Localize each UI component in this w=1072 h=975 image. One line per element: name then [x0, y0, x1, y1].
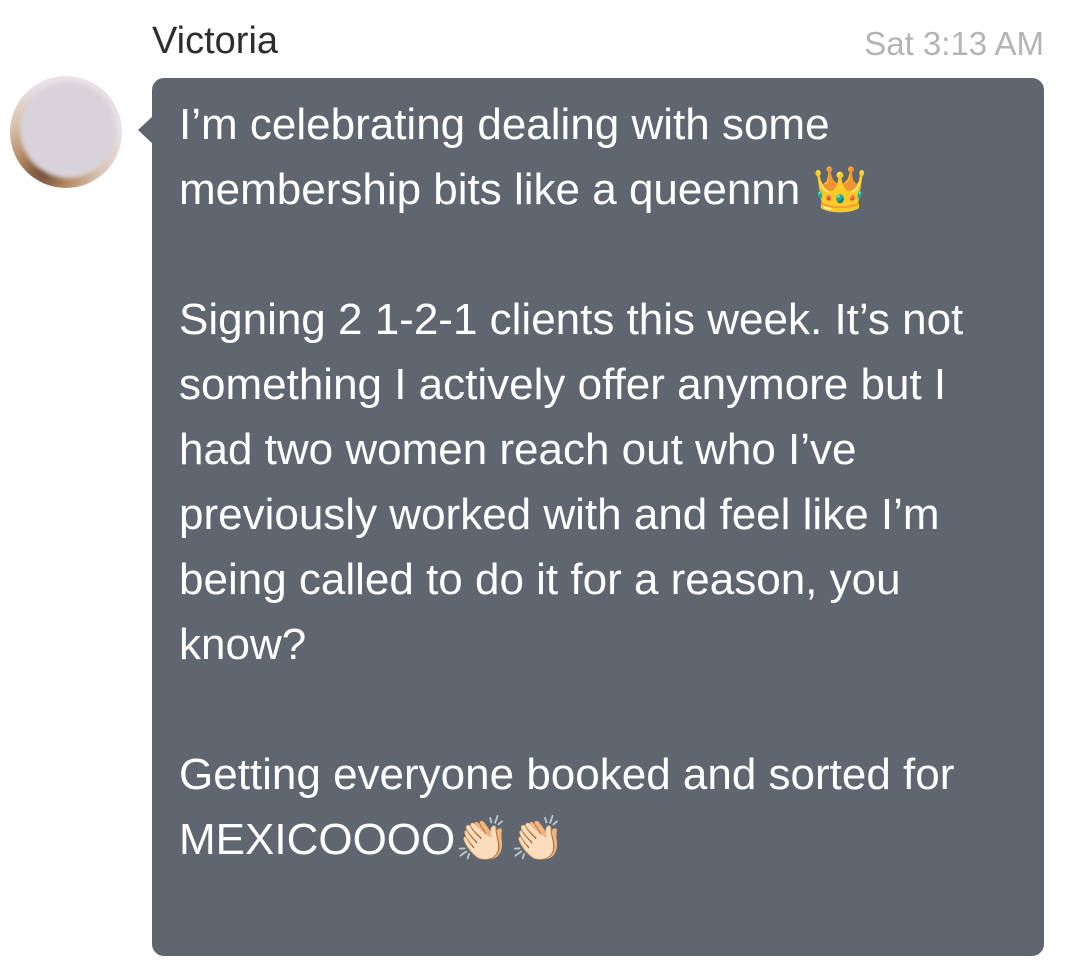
message-text: I’m celebrating dealing with some member…: [179, 100, 964, 864]
bubble-tail: [138, 116, 153, 144]
sender-name[interactable]: Victoria: [152, 18, 278, 64]
message-bubble[interactable]: I’m celebrating dealing with some member…: [152, 78, 1044, 956]
message-timestamp: Sat 3:13 AM: [864, 25, 1044, 62]
avatar-blur-overlay: [20, 82, 116, 178]
avatar[interactable]: [10, 76, 122, 188]
chat-message: Victoria Sat 3:13 AM I’m celebrating dea…: [0, 0, 1072, 975]
